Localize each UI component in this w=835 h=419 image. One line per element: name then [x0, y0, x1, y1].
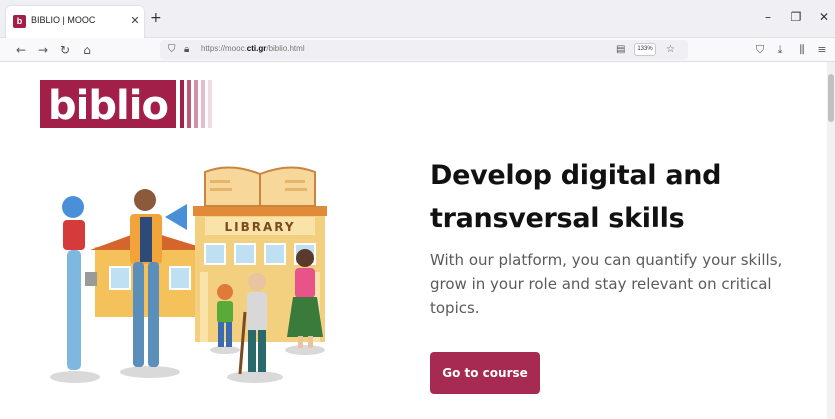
home-icon[interactable]: ⌂	[78, 41, 96, 59]
go-to-course-button[interactable]: Go to course	[430, 352, 540, 394]
page-content: biblio LIBRARY Develop digital and trans…	[0, 62, 827, 419]
lock-icon[interactable]: 🔒︎	[184, 42, 189, 58]
download-icon[interactable]: ⤓	[772, 41, 788, 59]
library-illustration: LIBRARY	[50, 166, 327, 383]
pocket-icon[interactable]: ⛉	[752, 41, 768, 59]
url-bar[interactable]: ⛉ 🔒︎ https://mooc.cti.gr/biblio.html ▤ 1…	[160, 40, 688, 60]
hero-headline: Develop digital and transversal skills	[430, 160, 722, 234]
page-scrollbar[interactable]	[827, 62, 835, 419]
restore-icon[interactable]: ❐	[788, 10, 804, 24]
scroll-thumb[interactable]	[828, 74, 834, 122]
url-text[interactable]: https://mooc.cti.gr/biblio.html	[201, 44, 305, 53]
tab-title: BIBLIO | MOOC	[31, 15, 96, 25]
logo-text: biblio	[48, 83, 168, 128]
favicon-icon: b	[13, 15, 26, 28]
star-icon[interactable]: ☆	[666, 42, 675, 58]
library-sign: LIBRARY	[224, 220, 295, 234]
tab-bar: b BIBLIO | MOOC ✕ + – ❐ ✕	[0, 0, 835, 38]
minimize-icon[interactable]: –	[760, 10, 776, 24]
arrow-left-icon[interactable]: ←	[12, 41, 30, 59]
zoom-level[interactable]: 133%	[634, 43, 656, 56]
hamburger-menu-icon[interactable]: ≡	[814, 41, 830, 59]
biblio-logo[interactable]: biblio	[40, 80, 215, 128]
shield-icon[interactable]: ⛉	[168, 42, 176, 58]
reload-icon[interactable]: ↻	[56, 41, 74, 59]
library-icon[interactable]: ⫼	[794, 41, 810, 59]
close-window-icon[interactable]: ✕	[816, 10, 832, 24]
navigation-bar: ← → ↻ ⌂ ⛉ 🔒︎ https://mooc.cti.gr/biblio.…	[0, 38, 835, 62]
new-tab-icon[interactable]: +	[150, 11, 162, 25]
browser-tab[interactable]: b BIBLIO | MOOC ✕	[6, 6, 144, 38]
hero-subtext: With our platform, you can quantify your…	[430, 251, 783, 317]
close-tab-icon[interactable]: ✕	[128, 12, 142, 30]
arrow-right-icon[interactable]: →	[34, 41, 52, 59]
reader-view-icon[interactable]: ▤	[616, 42, 625, 58]
